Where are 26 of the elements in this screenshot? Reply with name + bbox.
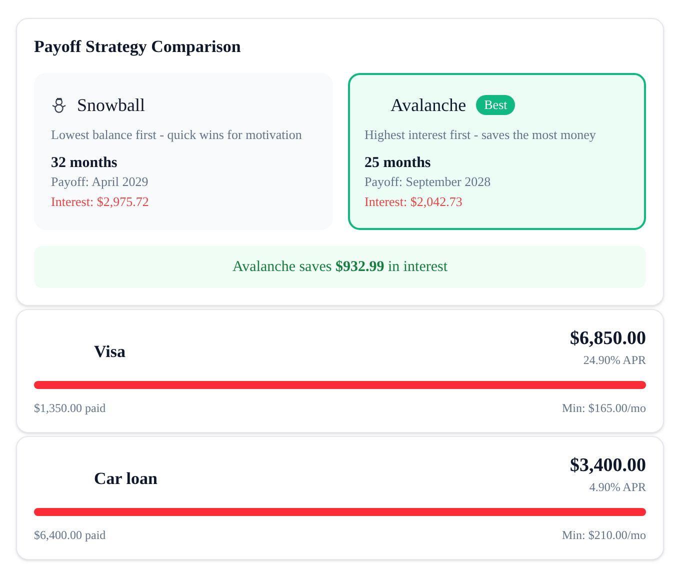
strategy-description: Highest interest first - saves the most money — [364, 126, 597, 144]
strategy-name: Avalanche — [390, 94, 466, 116]
debt-balance: $6,850.00 — [570, 326, 646, 350]
strategy-card[interactable]: Snowball Lowest balance first - quick wins for motivation 32 months Payoff: April 2029 Interest: $2,975.72 — [34, 73, 332, 230]
debt-balance: $3,400.00 — [570, 454, 646, 478]
debt-name: Car loan — [94, 468, 158, 490]
interest-text: Interest: $2,975.72 — [51, 192, 150, 210]
savings-banner: Avalanche saves $932.99 in interest — [34, 246, 646, 288]
paid-amount: $1,350.00 paid — [34, 400, 106, 416]
strategy-description: Lowest balance first - quick wins for motivation — [51, 126, 303, 144]
best-badge: Best — [476, 95, 516, 115]
strategy-name: Snowball — [77, 94, 146, 116]
snowman-icon — [51, 97, 67, 113]
apr-text: 4.90% APR — [589, 478, 646, 496]
card-title: Payoff Strategy Comparison — [34, 36, 242, 58]
interest-text: Interest: $2,042.73 — [364, 192, 464, 210]
strategy-card[interactable]: Avalanche Best Highest interest first - saves the most money 25 months Payoff: September 2028 Interest: $2,042.73 — [348, 73, 646, 230]
months-text: 25 months — [364, 154, 432, 172]
paid-amount: $6,400.00 paid — [34, 526, 106, 544]
minimum-payment: Min: $165.00/mo — [562, 400, 646, 416]
months-text: 32 months — [51, 154, 118, 172]
minimum-payment: Min: $210.00/mo — [562, 526, 646, 544]
payoff-date: Payoff: September 2028 — [364, 172, 492, 190]
debt-name: Visa — [94, 340, 126, 362]
payoff-date: Payoff: April 2029 — [51, 172, 150, 190]
apr-text: 24.90% APR — [583, 352, 646, 368]
